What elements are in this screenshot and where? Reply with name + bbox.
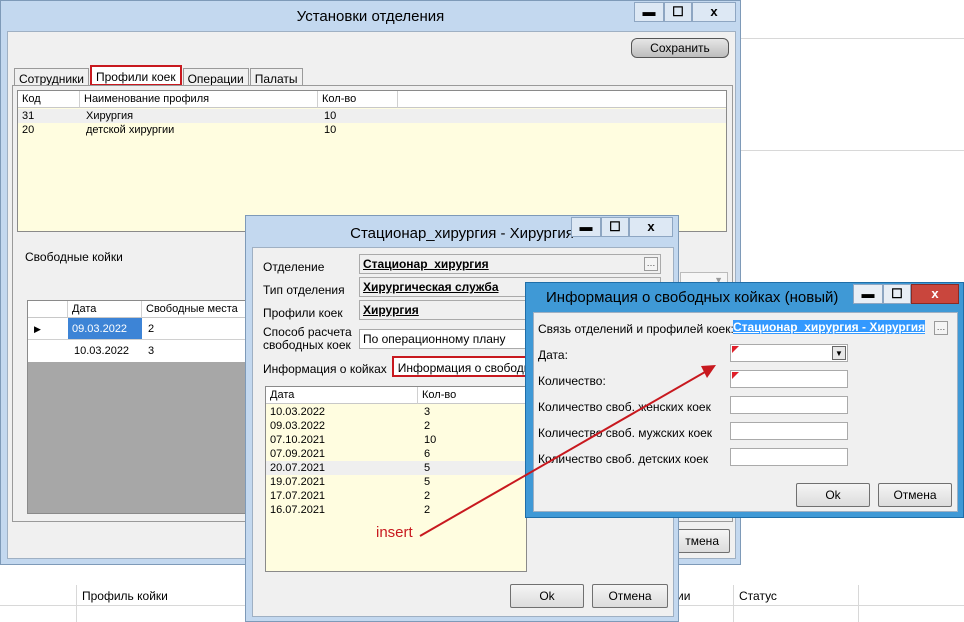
- annotation-label: insert: [376, 524, 413, 541]
- annotation-arrow: [419, 365, 716, 537]
